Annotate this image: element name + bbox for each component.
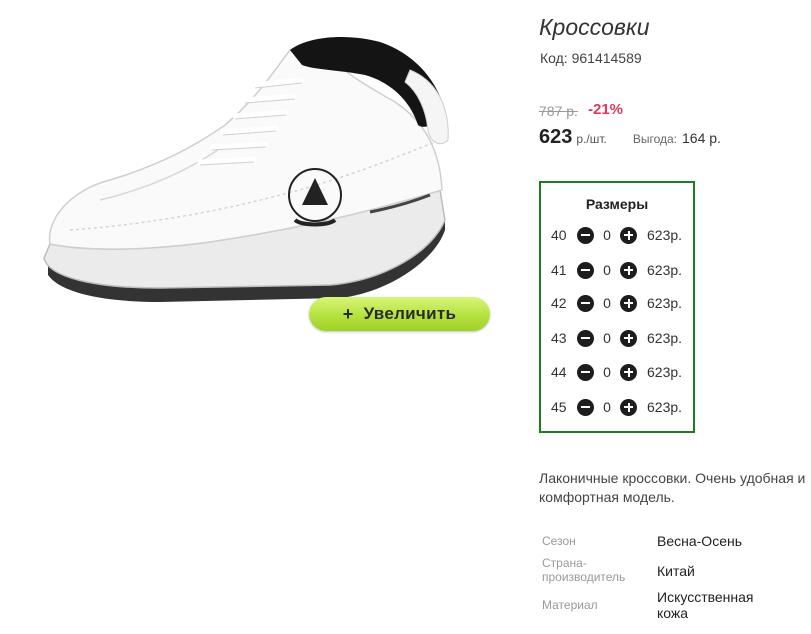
property-value-line: кожа — [657, 605, 689, 621]
plus-icon[interactable] — [620, 226, 637, 244]
minus-icon[interactable] — [577, 226, 594, 244]
minus-icon[interactable] — [577, 261, 594, 279]
property-label-line: Страна- — [542, 556, 587, 570]
size-number: 42 — [551, 295, 567, 311]
property-value-season: Весна-Осень — [657, 533, 743, 549]
size-number: 40 — [551, 227, 567, 243]
property-label-material: Материал — [542, 598, 598, 612]
size-quantity: 0 — [603, 227, 611, 243]
product-image-area: + Увеличить — [0, 0, 510, 340]
size-row: 41 0 623р. — [551, 259, 682, 281]
size-quantity: 0 — [603, 262, 611, 278]
benefit-value: 164 р. — [682, 130, 721, 146]
plus-icon: + — [342, 303, 354, 324]
size-quantity: 0 — [603, 364, 611, 380]
product-title: Кроссовки — [539, 14, 650, 40]
discount-badge: -21% — [588, 101, 624, 118]
size-price: 623р. — [647, 330, 683, 346]
size-price: 623р. — [647, 399, 683, 415]
size-price: 623р. — [647, 227, 683, 243]
plus-icon[interactable] — [620, 363, 637, 381]
product-code: Код: 961414589 — [540, 50, 642, 66]
size-quantity: 0 — [603, 295, 611, 311]
size-number: 41 — [551, 262, 567, 278]
size-row: 43 0 623р. — [551, 327, 682, 349]
sizes-panel: Размеры 40 0 623р. 41 0 623р. 42 0 623р.… — [539, 181, 695, 433]
product-code-label: Код: — [540, 50, 568, 66]
size-quantity: 0 — [603, 330, 611, 346]
sizes-title: Размеры — [585, 196, 649, 212]
benefit-label: Выгода: — [632, 132, 678, 146]
size-row: 42 0 623р. — [551, 292, 682, 314]
price-row: 623 р./шт. Выгода: 164 р. — [539, 126, 721, 149]
property-value-material: Искусственная кожа — [657, 589, 754, 621]
product-image[interactable] — [40, 30, 460, 320]
product-code-value: 961414589 — [571, 50, 642, 66]
old-price: 787 р. — [539, 103, 578, 119]
current-price: 623 — [539, 126, 573, 148]
size-number: 44 — [551, 364, 567, 380]
minus-icon[interactable] — [577, 398, 594, 416]
property-label-season: Сезон — [542, 534, 576, 548]
size-price: 623р. — [647, 364, 683, 380]
plus-icon[interactable] — [620, 329, 637, 347]
description-line: Лаконичные кроссовки. Очень удобная и — [539, 470, 806, 486]
plus-icon[interactable] — [620, 294, 637, 312]
price-unit: р./шт. — [576, 132, 607, 146]
property-value-country: Китай — [657, 563, 695, 579]
minus-icon[interactable] — [577, 329, 594, 347]
size-number: 45 — [551, 399, 567, 415]
product-description: Лаконичные кроссовки. Очень удобная и ко… — [539, 469, 811, 507]
zoom-button[interactable]: + Увеличить — [309, 297, 490, 331]
minus-icon[interactable] — [577, 294, 594, 312]
size-row: 44 0 623р. — [551, 361, 682, 383]
minus-icon[interactable] — [577, 363, 594, 381]
size-price: 623р. — [647, 262, 683, 278]
property-value-line: Искусственная — [657, 589, 754, 605]
size-price: 623р. — [647, 295, 683, 311]
size-quantity: 0 — [603, 399, 611, 415]
zoom-button-label: Увеличить — [363, 304, 457, 323]
size-row: 45 0 623р. — [551, 396, 682, 418]
property-label-line: производитель — [542, 570, 626, 584]
plus-icon[interactable] — [620, 398, 637, 416]
plus-icon[interactable] — [620, 261, 637, 279]
description-line: комфортная модель. — [539, 489, 675, 505]
property-label-country: Страна- производитель — [542, 556, 625, 584]
size-row: 40 0 623р. — [551, 224, 682, 246]
size-number: 43 — [551, 330, 567, 346]
